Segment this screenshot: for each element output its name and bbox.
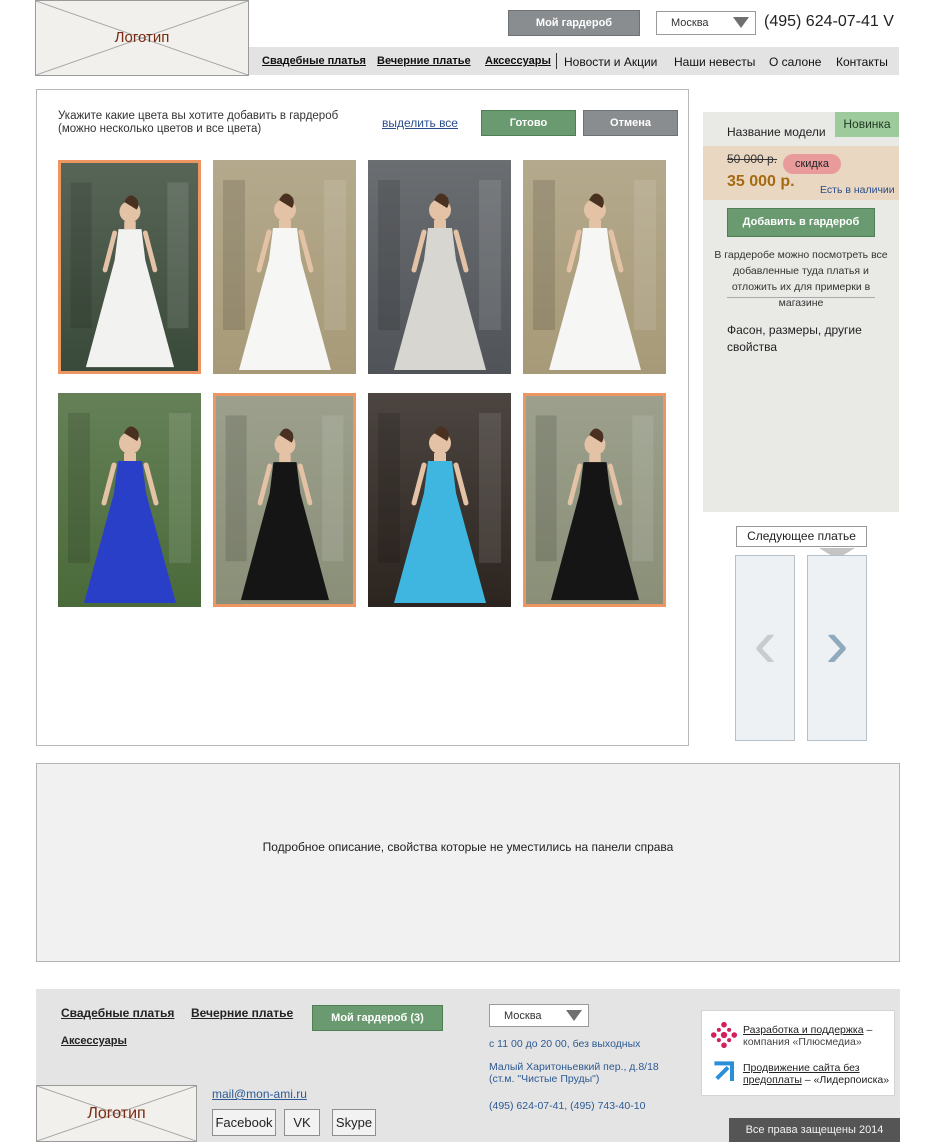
picker-instruction-line2: (можно несколько цветов и все цвета) bbox=[58, 123, 262, 135]
header-logo[interactable]: Логотип bbox=[35, 0, 249, 76]
product-panel: Название модели Новинка 50 000 р. скидка… bbox=[703, 112, 899, 512]
current-price: 35 000 р. bbox=[727, 173, 795, 190]
done-button[interactable]: Готово bbox=[481, 110, 576, 136]
next-dress-button[interactable]: › bbox=[807, 555, 867, 741]
credit2: Продвижение сайта без предоплаты – «Лиде… bbox=[743, 1062, 889, 1086]
properties-text: Фасон, размеры, другие свойства bbox=[727, 323, 862, 354]
model-name: Название модели bbox=[727, 125, 826, 139]
city-select-value: Москва bbox=[671, 17, 709, 29]
footer-logo-text: Логотип bbox=[87, 1105, 146, 1122]
nav-brides[interactable]: Наши невесты bbox=[674, 55, 755, 69]
credit2-link-b[interactable]: предоплаты bbox=[743, 1074, 802, 1086]
credit1-dash: – bbox=[863, 1024, 873, 1036]
dress-photo bbox=[213, 160, 356, 374]
dress-photo bbox=[216, 396, 353, 604]
dress-thumbnail[interactable] bbox=[368, 160, 511, 374]
new-badge: Новинка bbox=[835, 112, 899, 137]
footer-city-select[interactable]: Москва bbox=[489, 1004, 589, 1027]
picker-instruction-line1: Укажите какие цвета вы хотите добавить в… bbox=[58, 110, 339, 122]
address-line1: Малый Харитоньевкий пер., д.8/18 bbox=[489, 1061, 659, 1073]
my-wardrobe-button[interactable]: Мой гардероб bbox=[508, 10, 640, 36]
plusmedia-logo-icon bbox=[710, 1021, 738, 1049]
dress-thumbnail[interactable] bbox=[58, 160, 201, 374]
dress-photo bbox=[523, 160, 666, 374]
dress-photo bbox=[61, 163, 198, 371]
footer-link-evening[interactable]: Вечерние платье bbox=[191, 1006, 293, 1020]
nav-news[interactable]: Новости и Акции bbox=[564, 55, 657, 69]
credit2-company: – «Лидерпоиска» bbox=[801, 1074, 890, 1086]
logo-text: Логотип bbox=[114, 29, 170, 46]
credit2-link-a[interactable]: Продвижение сайта без bbox=[743, 1062, 860, 1074]
dress-thumbnail[interactable] bbox=[523, 393, 666, 607]
skype-button[interactable]: Skype bbox=[332, 1109, 376, 1136]
main-nav: Свадебные платья Вечерние платье Аксессу… bbox=[249, 47, 899, 75]
dress-photo bbox=[368, 160, 511, 374]
footer-city-value: Москва bbox=[504, 1010, 542, 1022]
footer-phones: (495) 624-07-41, (495) 743-40-10 bbox=[489, 1100, 646, 1112]
note-divider bbox=[727, 297, 875, 298]
dress-photo bbox=[368, 393, 511, 607]
availability-status: Есть в наличии bbox=[820, 184, 895, 196]
old-price: 50 000 р. bbox=[727, 152, 778, 166]
nav-evening-dresses[interactable]: Вечерние платье bbox=[377, 55, 471, 67]
vk-button[interactable]: VK bbox=[284, 1109, 320, 1136]
description-panel: Подробное описание, свойства которые не … bbox=[36, 763, 900, 962]
cancel-button[interactable]: Отмена bbox=[583, 110, 678, 136]
prev-dress-button[interactable]: ‹ bbox=[735, 555, 795, 741]
footer-wardrobe-button[interactable]: Мой гардероб (3) bbox=[312, 1005, 443, 1031]
footer-link-wedding[interactable]: Свадебные платья bbox=[61, 1006, 174, 1020]
credit1-link[interactable]: Разработка и поддержка bbox=[743, 1024, 864, 1036]
nav-accessories[interactable]: Аксессуары bbox=[485, 55, 551, 67]
dress-thumbnail[interactable] bbox=[368, 393, 511, 607]
dress-thumbnail[interactable] bbox=[58, 393, 201, 607]
chevron-down-icon bbox=[566, 1010, 582, 1021]
select-all-link[interactable]: выделить все bbox=[382, 116, 458, 130]
footer-email[interactable]: mail@mon-ami.ru bbox=[212, 1087, 307, 1101]
address-line2: (ст.м. "Чистые Пруды") bbox=[489, 1073, 600, 1085]
opening-hours: с 11 00 до 20 00, без выходных bbox=[489, 1038, 641, 1050]
dress-photo bbox=[58, 393, 201, 607]
nav-about[interactable]: О салоне bbox=[769, 55, 821, 69]
wardrobe-note: В гардеробе можно посмотреть все добавле… bbox=[714, 249, 888, 309]
dress-photo bbox=[526, 396, 663, 604]
nav-contacts[interactable]: Контакты bbox=[836, 55, 888, 69]
dress-thumbnail[interactable] bbox=[213, 393, 356, 607]
dress-thumbnail[interactable] bbox=[523, 160, 666, 374]
nav-wedding-dresses[interactable]: Свадебные платья bbox=[262, 55, 366, 67]
city-select[interactable]: Москва bbox=[656, 11, 756, 35]
liderpoiska-logo-icon bbox=[714, 1061, 734, 1081]
copyright: Все права защещены 2014 bbox=[729, 1118, 900, 1142]
header-phone: (495) 624-07-41 V bbox=[764, 13, 894, 30]
dress-thumbnail[interactable] bbox=[213, 160, 356, 374]
credit1: Разработка и поддержка – компания «Плюсм… bbox=[743, 1024, 872, 1048]
discount-badge: скидка bbox=[783, 154, 841, 174]
chevron-left-icon: ‹ bbox=[753, 604, 777, 682]
footer-logo[interactable]: Логотип bbox=[36, 1085, 197, 1142]
chevron-down-icon bbox=[733, 17, 749, 28]
next-dress-label: Следующее платье bbox=[736, 526, 867, 547]
credits-box: Разработка и поддержка – компания «Плюсм… bbox=[701, 1010, 895, 1096]
price-block: 50 000 р. скидка 35 000 р. Есть в наличи… bbox=[703, 146, 899, 200]
picker-instruction: Укажите какие цвета вы хотите добавить в… bbox=[58, 110, 338, 136]
credit1-company: компания «Плюсмедиа» bbox=[743, 1036, 862, 1048]
chevron-right-icon: › bbox=[825, 604, 849, 682]
description-text: Подробное описание, свойства которые не … bbox=[262, 840, 674, 854]
footer-link-accessories[interactable]: Аксессуары bbox=[61, 1035, 127, 1047]
add-to-wardrobe-button[interactable]: Добавить в гардероб bbox=[727, 208, 875, 237]
nav-divider bbox=[556, 53, 557, 69]
facebook-button[interactable]: Facebook bbox=[212, 1109, 276, 1136]
